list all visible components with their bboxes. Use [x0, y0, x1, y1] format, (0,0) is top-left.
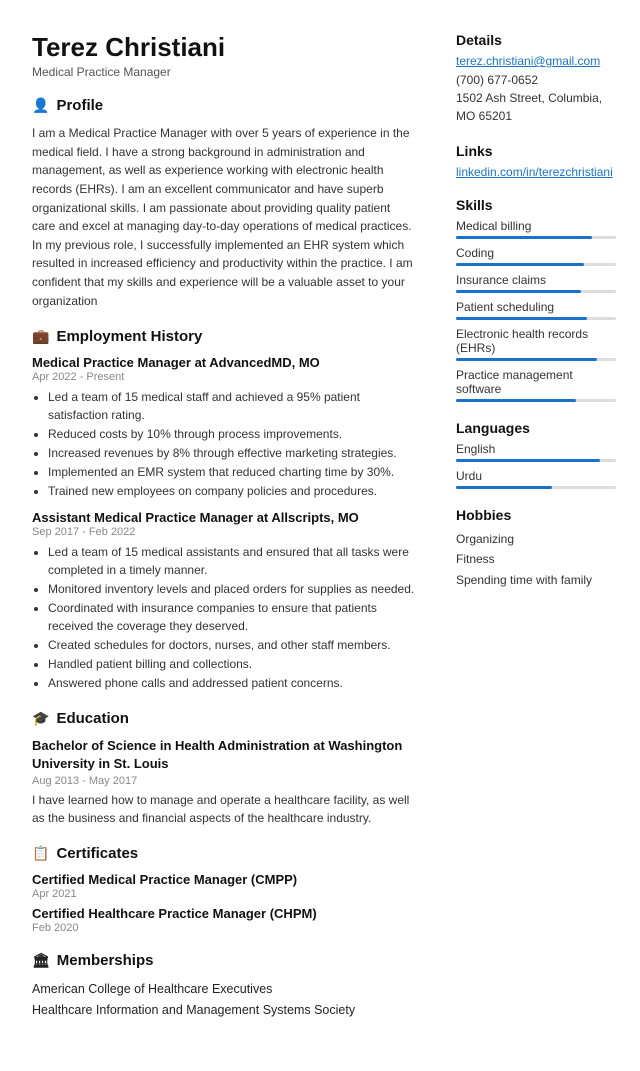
cert-1-title: Certified Medical Practice Manager (CMPP… — [32, 872, 416, 887]
certificates-icon: 📋 — [32, 845, 49, 862]
memberships-icon: 🏛 — [32, 952, 50, 969]
skill-bar-bg — [456, 317, 616, 320]
list-item: Trained new employees on company policie… — [48, 482, 416, 500]
email-link[interactable]: terez.christiani@gmail.com — [456, 54, 616, 68]
skill-label: Coding — [456, 246, 616, 260]
employment-heading: 💼 Employment History — [32, 328, 416, 347]
skill-practice-mgmt: Practice management software — [456, 368, 616, 402]
list-item: Answered phone calls and addressed patie… — [48, 674, 416, 692]
skill-medical-billing: Medical billing — [456, 219, 616, 239]
skill-label: Insurance claims — [456, 273, 616, 287]
links-section: Links linkedin.com/in/terezchristiani — [456, 143, 616, 179]
skill-patient-scheduling: Patient scheduling — [456, 300, 616, 320]
job-2-title: Assistant Medical Practice Manager at Al… — [32, 510, 416, 525]
phone: (700) 677-0652 — [456, 71, 616, 89]
skill-bar-bg — [456, 263, 616, 266]
list-item: Coordinated with insurance companies to … — [48, 599, 416, 635]
list-item: Reduced costs by 10% through process imp… — [48, 425, 416, 443]
job-1-bullets: Led a team of 15 medical staff and achie… — [32, 388, 416, 500]
skill-bar-fill — [456, 317, 587, 320]
lang-bar-fill — [456, 459, 600, 462]
employment-icon: 💼 — [32, 328, 49, 345]
skill-bar-bg — [456, 290, 616, 293]
skill-label: Patient scheduling — [456, 300, 616, 314]
details-section: Details terez.christiani@gmail.com (700)… — [456, 32, 616, 125]
skill-bar-bg — [456, 358, 616, 361]
certificates-section: 📋 Certificates Certified Medical Practic… — [32, 845, 416, 934]
links-heading: Links — [456, 143, 616, 159]
education-icon: 🎓 — [32, 710, 49, 727]
skill-label: Practice management software — [456, 368, 616, 396]
profile-icon: 👤 — [32, 97, 49, 114]
cert-2-date: Feb 2020 — [32, 922, 416, 934]
list-item: Led a team of 15 medical staff and achie… — [48, 388, 416, 424]
skill-bar-fill — [456, 358, 597, 361]
hobbies-section: Hobbies Organizing Fitness Spending time… — [456, 507, 616, 590]
lang-english: English — [456, 442, 616, 462]
job-1-date: Apr 2022 - Present — [32, 371, 416, 383]
edu-1-date: Aug 2013 - May 2017 — [32, 775, 416, 787]
memberships-section: 🏛 Memberships American College of Health… — [32, 952, 416, 1022]
profile-text: I am a Medical Practice Manager with ove… — [32, 124, 416, 310]
membership-1: American College of Healthcare Executive… — [32, 979, 416, 1000]
lang-bar-fill — [456, 486, 552, 489]
edu-1-text: I have learned how to manage and operate… — [32, 791, 416, 827]
skills-section: Skills Medical billing Coding Insurance … — [456, 197, 616, 402]
employment-section: 💼 Employment History Medical Practice Ma… — [32, 328, 416, 692]
hobby-2: Fitness — [456, 549, 616, 569]
cert-2-title: Certified Healthcare Practice Manager (C… — [32, 906, 416, 921]
lang-label: Urdu — [456, 469, 616, 483]
skill-bar-fill — [456, 399, 576, 402]
job-2: Assistant Medical Practice Manager at Al… — [32, 510, 416, 692]
job-2-bullets: Led a team of 15 medical assistants and … — [32, 543, 416, 692]
education-section: 🎓 Education Bachelor of Science in Healt… — [32, 710, 416, 826]
skill-bar-fill — [456, 263, 584, 266]
memberships-heading: 🏛 Memberships — [32, 952, 416, 971]
list-item: Increased revenues by 8% through effecti… — [48, 444, 416, 462]
languages-section: Languages English Urdu — [456, 420, 616, 489]
hobbies-heading: Hobbies — [456, 507, 616, 523]
skill-ehr: Electronic health records (EHRs) — [456, 327, 616, 361]
list-item: Monitored inventory levels and placed or… — [48, 580, 416, 598]
skill-coding: Coding — [456, 246, 616, 266]
details-heading: Details — [456, 32, 616, 48]
lang-bar-bg — [456, 486, 616, 489]
skill-bar-bg — [456, 399, 616, 402]
list-item: Handled patient billing and collections. — [48, 655, 416, 673]
skill-label: Electronic health records (EHRs) — [456, 327, 616, 355]
edu-1-title: Bachelor of Science in Health Administra… — [32, 737, 416, 773]
skill-bar-fill — [456, 290, 581, 293]
languages-heading: Languages — [456, 420, 616, 436]
list-item: Led a team of 15 medical assistants and … — [48, 543, 416, 579]
address: 1502 Ash Street, Columbia, MO 65201 — [456, 89, 616, 125]
education-heading: 🎓 Education — [32, 710, 416, 729]
hobby-3: Spending time with family — [456, 570, 616, 590]
profile-heading: 👤 Profile — [32, 97, 416, 116]
certificates-heading: 📋 Certificates — [32, 845, 416, 864]
linkedin-link[interactable]: linkedin.com/in/terezchristiani — [456, 165, 616, 179]
lang-label: English — [456, 442, 616, 456]
hobby-1: Organizing — [456, 529, 616, 549]
lang-bar-bg — [456, 459, 616, 462]
lang-urdu: Urdu — [456, 469, 616, 489]
job-1: Medical Practice Manager at AdvancedMD, … — [32, 355, 416, 500]
job-1-title: Medical Practice Manager at AdvancedMD, … — [32, 355, 416, 370]
skills-heading: Skills — [456, 197, 616, 213]
list-item: Created schedules for doctors, nurses, a… — [48, 636, 416, 654]
cert-1: Certified Medical Practice Manager (CMPP… — [32, 872, 416, 900]
skill-insurance: Insurance claims — [456, 273, 616, 293]
skill-bar-fill — [456, 236, 592, 239]
cert-2: Certified Healthcare Practice Manager (C… — [32, 906, 416, 934]
profile-section: 👤 Profile I am a Medical Practice Manage… — [32, 97, 416, 310]
candidate-title: Medical Practice Manager — [32, 65, 416, 79]
skill-label: Medical billing — [456, 219, 616, 233]
edu-1: Bachelor of Science in Health Administra… — [32, 737, 416, 826]
cert-1-date: Apr 2021 — [32, 888, 416, 900]
membership-2: Healthcare Information and Management Sy… — [32, 1000, 416, 1021]
job-2-date: Sep 2017 - Feb 2022 — [32, 526, 416, 538]
skill-bar-bg — [456, 236, 616, 239]
list-item: Implemented an EMR system that reduced c… — [48, 463, 416, 481]
candidate-name: Terez Christiani — [32, 32, 416, 63]
